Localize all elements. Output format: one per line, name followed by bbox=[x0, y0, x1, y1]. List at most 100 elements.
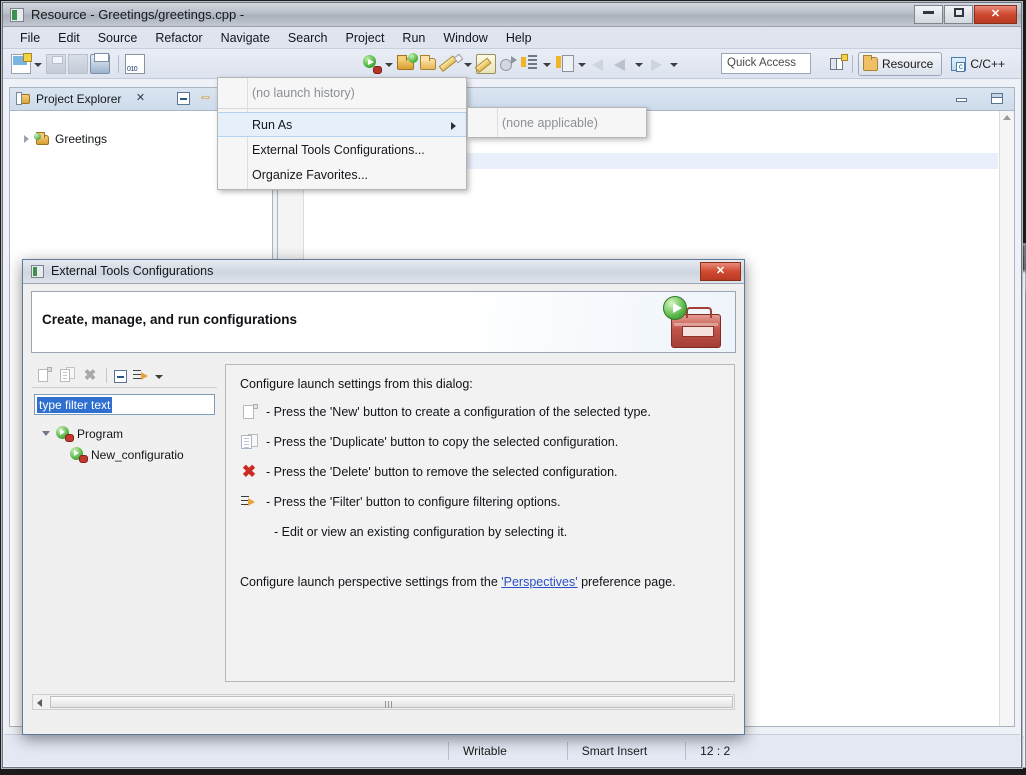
close-icon[interactable]: ✕ bbox=[134, 92, 147, 105]
close-button[interactable]: ✕ bbox=[974, 5, 1017, 24]
run-play-icon bbox=[663, 296, 687, 320]
menu-search[interactable]: Search bbox=[279, 28, 337, 48]
delete-configuration-icon[interactable]: ✖ bbox=[81, 367, 99, 385]
back-dropdown-icon[interactable] bbox=[634, 54, 643, 74]
menu-run[interactable]: Run bbox=[393, 28, 434, 48]
menubar[interactable]: File Edit Source Refactor Navigate Searc… bbox=[3, 27, 1021, 49]
filter-dropdown-icon[interactable] bbox=[155, 367, 164, 385]
bullet-filter: - Press the 'Filter' button to configure… bbox=[240, 494, 720, 511]
menu-source[interactable]: Source bbox=[89, 28, 147, 48]
titlebar[interactable]: Resource - Greetings/greetings.cpp - ✕ bbox=[3, 3, 1021, 27]
bug-badge-icon bbox=[373, 65, 382, 74]
filter-text-input[interactable]: type filter text bbox=[34, 394, 215, 415]
external-config-icon[interactable] bbox=[498, 54, 518, 74]
open-perspective-icon[interactable] bbox=[829, 54, 848, 72]
new-wizard-dropdown-icon[interactable] bbox=[33, 54, 42, 74]
minimize-icon[interactable] bbox=[956, 93, 969, 105]
perspective-resource[interactable]: Resource bbox=[857, 52, 943, 76]
external-tools-run-icon[interactable] bbox=[397, 52, 418, 74]
menu-item-external-tools-configurations[interactable]: External Tools Configurations... bbox=[218, 137, 466, 162]
project-explorer-icon bbox=[16, 92, 31, 106]
filter-icon[interactable] bbox=[132, 367, 150, 385]
menu-separator bbox=[218, 108, 466, 109]
bullet-new-text: - Press the 'New' button to create a con… bbox=[266, 405, 651, 419]
print-icon[interactable] bbox=[90, 52, 110, 74]
project-explorer-toolbar[interactable] bbox=[177, 88, 214, 105]
step-over-icon[interactable] bbox=[555, 54, 575, 74]
menu-project[interactable]: Project bbox=[337, 28, 394, 48]
dialog-titlebar[interactable]: External Tools Configurations ✕ bbox=[23, 260, 744, 284]
menu-window[interactable]: Window bbox=[434, 28, 496, 48]
chevron-down-icon[interactable] bbox=[42, 431, 50, 436]
menu-item-run-as[interactable]: Run As bbox=[218, 112, 466, 137]
dialog-configurations-panel[interactable]: ✖ type filter text Program New_configura… bbox=[32, 364, 217, 682]
save-all-icon[interactable] bbox=[68, 53, 88, 74]
perspective-cpp[interactable]: C/C++ bbox=[947, 52, 1013, 76]
highlight-pencil-selected-icon[interactable] bbox=[476, 53, 496, 74]
collapse-all-icon[interactable] bbox=[114, 370, 127, 383]
filter-text-value: type filter text bbox=[37, 396, 113, 413]
maximize-icon[interactable] bbox=[991, 93, 1004, 105]
quick-access-input[interactable]: Quick Access bbox=[721, 53, 811, 74]
open-external-folder-icon[interactable] bbox=[419, 54, 439, 74]
resource-folder-icon bbox=[862, 55, 878, 71]
filter-icon bbox=[240, 494, 258, 511]
configurations-toolbar[interactable]: ✖ bbox=[32, 364, 217, 388]
link-with-editor-icon[interactable] bbox=[198, 88, 214, 105]
configurations-tree[interactable]: Program New_configuratio bbox=[32, 423, 217, 465]
chevron-up-icon[interactable] bbox=[1003, 115, 1011, 120]
run-dropdown-menu[interactable]: (no launch history) Run As External Tool… bbox=[217, 77, 467, 190]
editor-panel-tools[interactable] bbox=[956, 93, 1004, 105]
new-configuration-icon[interactable] bbox=[35, 366, 53, 385]
step-into-icon[interactable] bbox=[520, 54, 540, 74]
step-over-dropdown-icon[interactable] bbox=[577, 54, 586, 74]
run-dropdown-icon[interactable] bbox=[384, 54, 393, 74]
menu-item-run-as-label: Run As bbox=[252, 117, 293, 132]
menu-refactor[interactable]: Refactor bbox=[146, 28, 211, 48]
menu-navigate[interactable]: Navigate bbox=[212, 28, 279, 48]
collapse-all-icon[interactable] bbox=[177, 92, 190, 105]
bullet-duplicate: - Press the 'Duplicate' button to copy t… bbox=[240, 434, 720, 451]
menu-item-organize-favorites[interactable]: Organize Favorites... bbox=[218, 162, 466, 187]
divider bbox=[851, 55, 853, 73]
editor-vertical-scrollbar[interactable] bbox=[999, 111, 1014, 726]
chevron-left-icon[interactable] bbox=[37, 699, 42, 707]
toolbar[interactable]: Quick Access Resource C/C++ bbox=[3, 49, 1021, 79]
build-icon[interactable] bbox=[125, 53, 145, 74]
edit-pencil-dropdown-icon[interactable] bbox=[463, 54, 472, 74]
statusbar: Writable Smart Insert 12 : 2 bbox=[4, 734, 1020, 766]
dialog-close-button[interactable]: ✕ bbox=[700, 262, 741, 281]
bullet-delete-text: - Press the 'Delete' button to remove th… bbox=[266, 465, 618, 479]
tree-item-label: Program bbox=[77, 426, 124, 441]
menu-item-no-launch-history: (no launch history) bbox=[252, 85, 355, 100]
dialog-horizontal-scrollbar[interactable] bbox=[32, 694, 735, 710]
edit-pencil-icon[interactable] bbox=[441, 54, 461, 74]
divider bbox=[685, 741, 687, 760]
minimize-button[interactable] bbox=[914, 5, 943, 24]
perspectives-preference-link[interactable]: 'Perspectives' bbox=[501, 575, 577, 589]
tree-item-new-configuration[interactable]: New_configuratio bbox=[32, 444, 217, 465]
menu-file[interactable]: File bbox=[11, 28, 49, 48]
submenu-item-none-applicable: (none applicable) bbox=[502, 115, 598, 130]
forward-icon[interactable] bbox=[647, 54, 667, 74]
back-icon[interactable] bbox=[612, 54, 632, 74]
toolbox-with-play-icon bbox=[663, 296, 723, 352]
bullet-edit: - Edit or view an existing configuration… bbox=[240, 524, 720, 541]
new-wizard-icon[interactable] bbox=[11, 52, 32, 74]
scrollbar-thumb[interactable] bbox=[50, 696, 733, 708]
menu-help[interactable]: Help bbox=[497, 28, 541, 48]
run-icon[interactable] bbox=[362, 54, 382, 74]
save-icon[interactable] bbox=[46, 53, 66, 74]
external-tools-configurations-dialog[interactable]: External Tools Configurations ✕ Create, … bbox=[22, 259, 745, 735]
tree-item-program[interactable]: Program bbox=[32, 423, 217, 444]
project-folder-icon bbox=[34, 132, 50, 146]
chevron-right-icon[interactable] bbox=[24, 135, 29, 143]
maximize-button[interactable] bbox=[944, 5, 973, 24]
forward-dropdown-icon[interactable] bbox=[669, 54, 678, 74]
duplicate-configuration-icon[interactable] bbox=[58, 366, 76, 385]
perspective-bar[interactable]: Resource C/C++ bbox=[829, 52, 1013, 76]
run-as-submenu[interactable]: (none applicable) bbox=[467, 107, 647, 138]
step-into-dropdown-icon[interactable] bbox=[542, 54, 551, 74]
status-cursor-position: 12 : 2 bbox=[700, 743, 731, 758]
menu-edit[interactable]: Edit bbox=[49, 28, 89, 48]
